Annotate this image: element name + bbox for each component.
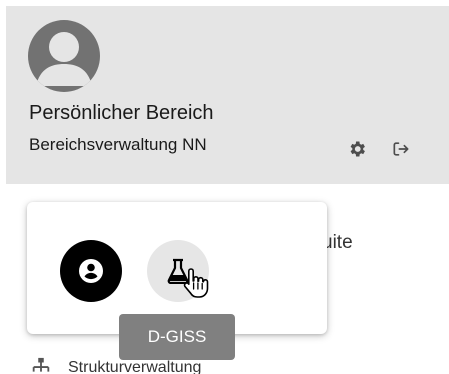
logout-icon — [393, 142, 409, 156]
account-header: Persönlicher Bereich Bereichsverwaltung … — [6, 6, 449, 184]
app-button-dgiss[interactable] — [147, 240, 209, 302]
sidebar-item-label: Strukturverwaltung — [68, 359, 202, 374]
app-tooltip: D-GISS — [119, 314, 235, 360]
logout-button[interactable] — [388, 136, 414, 162]
account-subtitle: Bereichsverwaltung NN — [29, 135, 207, 154]
app-button-profile[interactable] — [60, 240, 122, 302]
flask-icon — [167, 258, 189, 284]
account-title: Persönlicher Bereich — [29, 102, 214, 124]
account-circle-icon — [79, 259, 103, 283]
sidebar-item-strukturverwaltung[interactable]: Strukturverwaltung — [30, 356, 201, 374]
sitemap-icon — [32, 357, 50, 372]
gear-icon — [350, 141, 365, 157]
user-avatar-icon[interactable] — [28, 20, 100, 92]
app-root: Persönlicher Bereich Bereichsverwaltung … — [0, 0, 449, 374]
settings-button[interactable] — [344, 136, 370, 162]
